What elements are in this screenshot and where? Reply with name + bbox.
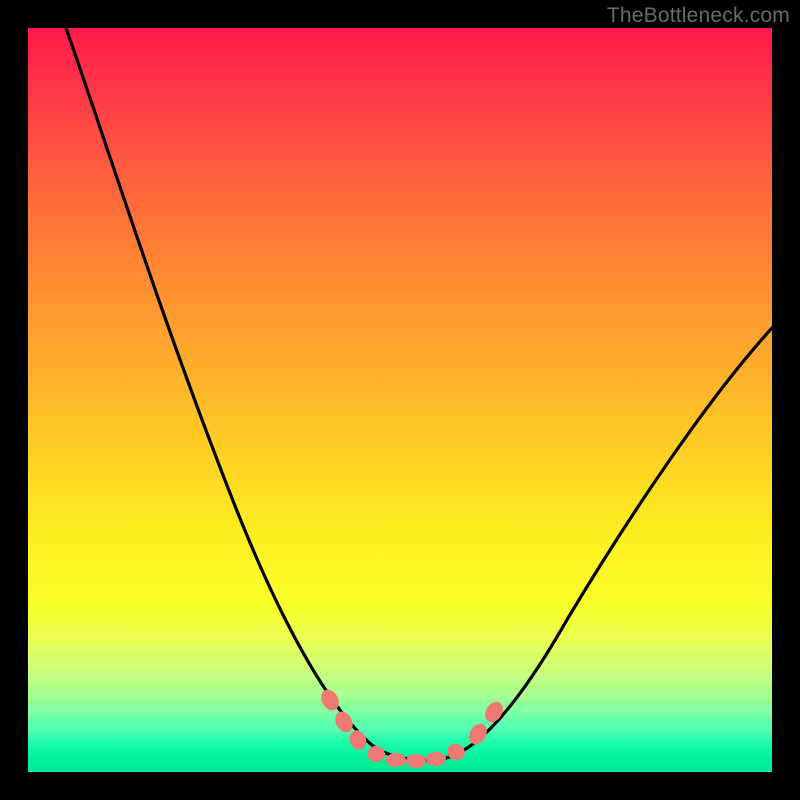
plot-area (28, 28, 772, 772)
watermark-text: TheBottleneck.com (607, 4, 790, 28)
chart-frame: TheBottleneck.com (0, 0, 800, 800)
flat-region-dots (318, 686, 507, 768)
bottleneck-curve (66, 28, 772, 760)
curve-svg (28, 28, 772, 772)
